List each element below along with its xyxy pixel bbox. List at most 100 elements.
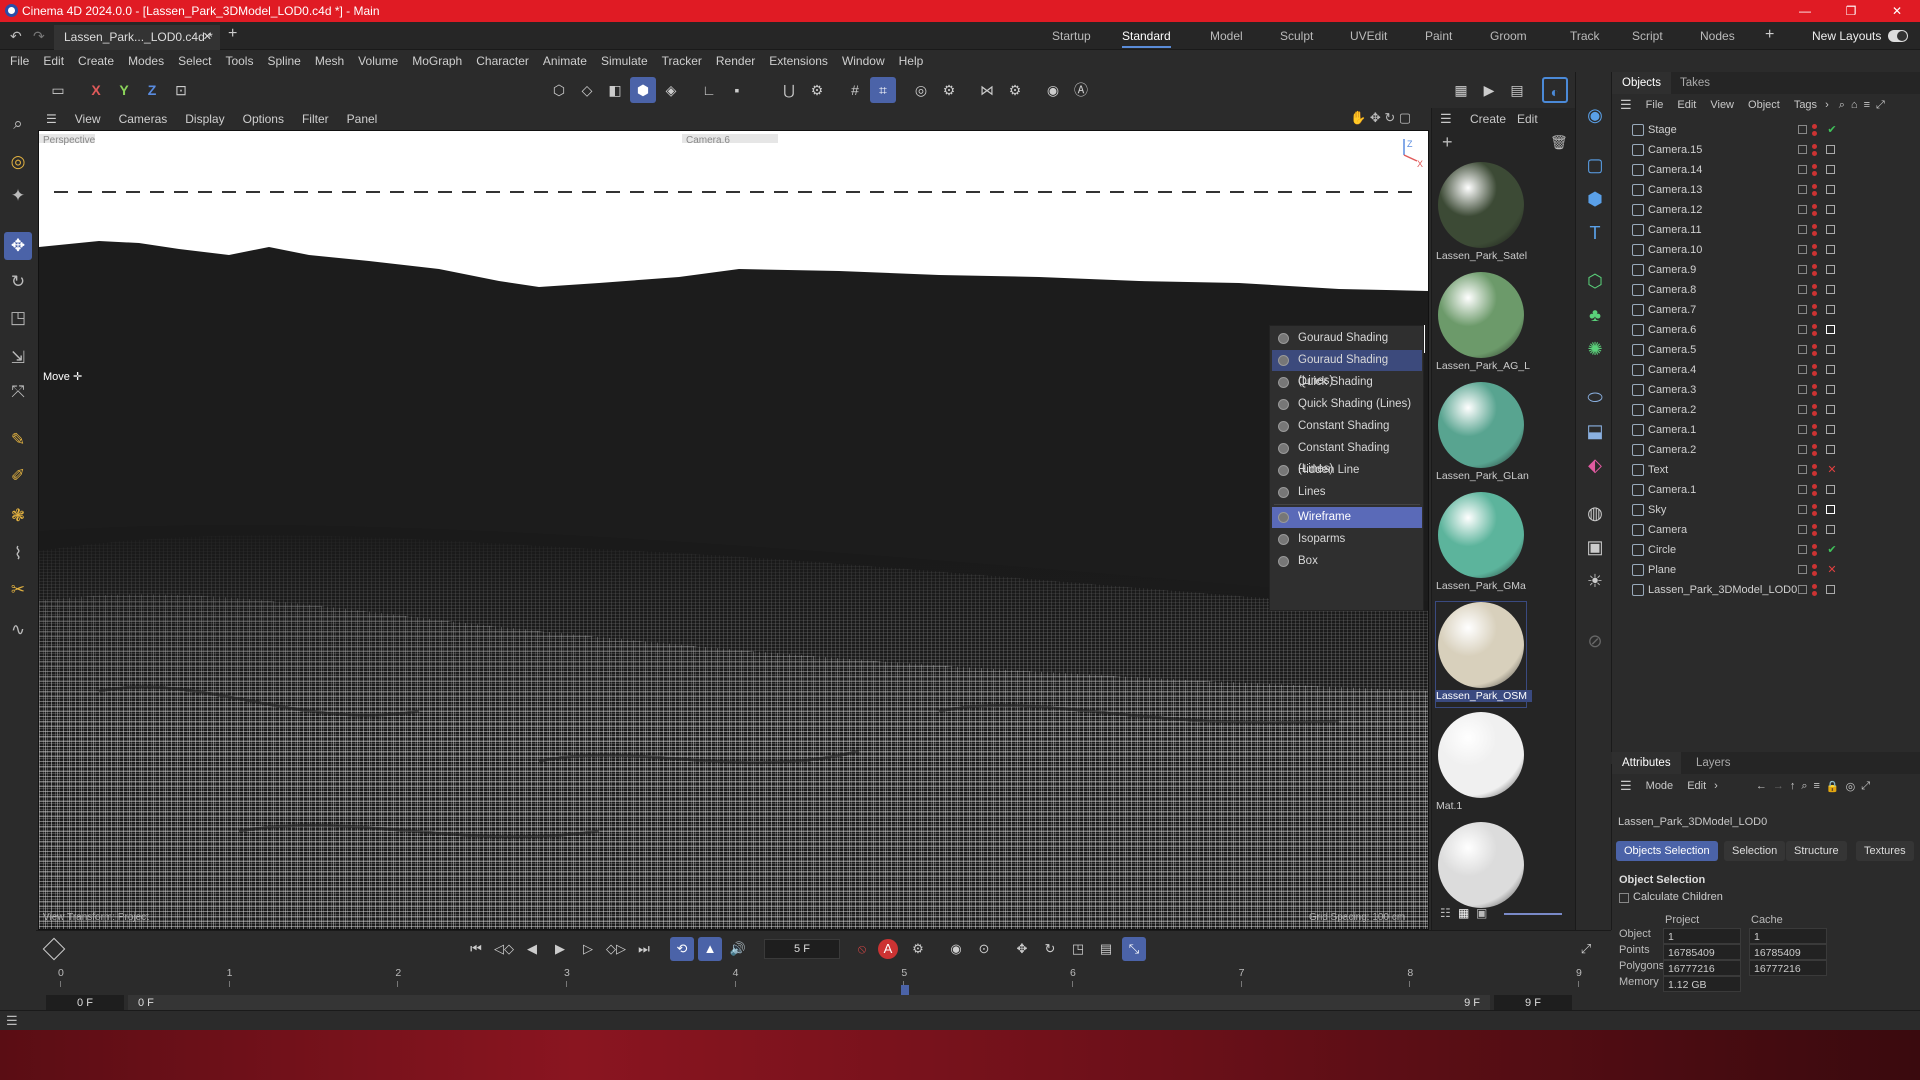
editor-visibility-dot[interactable] (1812, 564, 1817, 569)
coordinate-system-icon[interactable]: ⊡ (168, 77, 194, 103)
object-tag-icon[interactable] (1826, 205, 1835, 214)
sketch-tool-icon[interactable]: ✐ (4, 462, 32, 490)
menu-tracker[interactable]: Tracker (662, 54, 702, 68)
tab-takes[interactable]: Takes (1670, 72, 1720, 94)
motion-record-icon[interactable]: ⊙ (972, 937, 996, 961)
shading-option-isoparms[interactable]: Isoparms (1272, 529, 1422, 550)
object-row[interactable]: Sky (1612, 500, 1920, 520)
object-tag-icon[interactable] (1826, 505, 1835, 514)
layout-tab-model[interactable]: Model (1210, 22, 1243, 50)
object-layer-icon[interactable] (1798, 345, 1807, 354)
render-visibility-dot[interactable] (1812, 411, 1817, 416)
viewport-menu-cameras[interactable]: Cameras (119, 112, 168, 126)
generator-icon[interactable]: ⬡ (1582, 268, 1608, 294)
render-visibility-dot[interactable] (1812, 331, 1817, 336)
layout-tab-startup[interactable]: Startup (1052, 22, 1091, 50)
shading-option-quick-shading[interactable]: Quick Shading (1272, 372, 1422, 393)
attr-hamburger-icon[interactable]: ☰ (1620, 778, 1632, 794)
object-tag-icon[interactable] (1826, 585, 1835, 594)
object-layer-icon[interactable] (1798, 525, 1807, 534)
attr-lock-icon[interactable]: 🔒 (1826, 780, 1840, 793)
param-key-icon[interactable]: ▤ (1094, 937, 1118, 961)
render-visibility-dot[interactable] (1812, 351, 1817, 356)
menu-mesh[interactable]: Mesh (315, 54, 344, 68)
editor-visibility-dot[interactable] (1812, 304, 1817, 309)
object-row[interactable]: Camera.13 (1612, 180, 1920, 200)
object-hamburger-icon[interactable]: ☰ (1620, 97, 1632, 113)
editor-visibility-dot[interactable] (1812, 164, 1817, 169)
menu-animate[interactable]: Animate (543, 54, 587, 68)
object-layer-icon[interactable] (1798, 585, 1807, 594)
object-tag-icon[interactable] (1826, 245, 1835, 254)
object-layer-icon[interactable] (1798, 365, 1807, 374)
editor-visibility-dot[interactable] (1812, 364, 1817, 369)
delete-material-icon[interactable]: 🗑 (1550, 134, 1568, 151)
list-view-icon[interactable]: ☷ (1440, 906, 1451, 920)
layout-tab-paint[interactable]: Paint (1425, 22, 1452, 50)
new-tab-icon[interactable]: + (228, 25, 237, 43)
om-search-icon[interactable]: ⌕ (1839, 99, 1845, 112)
om-expand-icon[interactable]: ⤢ (1876, 99, 1885, 112)
move-tool-icon[interactable]: ✥ (4, 232, 32, 260)
maximize-view-icon[interactable]: ▢ (1399, 110, 1411, 125)
object-tag-icon[interactable] (1826, 285, 1835, 294)
object-layer-icon[interactable] (1798, 505, 1807, 514)
menu-render[interactable]: Render (716, 54, 755, 68)
redo-icon[interactable]: ↷ (33, 28, 45, 45)
material-item[interactable]: Lassen_Park_GMa (1436, 492, 1526, 597)
rotate-tool-icon[interactable]: ↻ (4, 268, 32, 296)
snap-move-icon[interactable]: ⤧ (4, 378, 32, 406)
menu-file[interactable]: File (10, 54, 29, 68)
grid-view-icon[interactable]: ▦ (1458, 906, 1469, 920)
material-menu-edit[interactable]: Edit (1517, 112, 1538, 126)
record-icon[interactable]: ⦸ (850, 937, 874, 961)
attr-back-icon[interactable]: ← (1756, 780, 1767, 792)
render-visibility-dot[interactable] (1812, 271, 1817, 276)
transform-tool-icon[interactable]: ⇲ (4, 344, 32, 372)
go-to-start-icon[interactable]: ⏮ (464, 937, 488, 961)
workplane-snap-icon[interactable]: ⌗ (870, 77, 896, 103)
object-layer-icon[interactable] (1798, 245, 1807, 254)
attr-up-icon[interactable]: ↑ (1790, 780, 1796, 792)
status-hamburger-icon[interactable]: ☰ (6, 1013, 18, 1029)
minimize-button[interactable]: — (1782, 0, 1828, 22)
layout-tab-standard[interactable]: Standard (1122, 22, 1171, 50)
light-object-icon[interactable]: ☀ (1582, 568, 1608, 594)
z-axis-lock-button[interactable]: Z (139, 77, 165, 103)
redshift-render-view-icon[interactable]: ◐ (1542, 77, 1568, 103)
viewport-menu-display[interactable]: Display (185, 112, 224, 126)
render-visibility-dot[interactable] (1812, 551, 1817, 556)
timeline-expand-icon[interactable]: ⤢ (1574, 937, 1598, 961)
render-visibility-dot[interactable] (1812, 231, 1817, 236)
attr-more-icon[interactable]: › (1714, 780, 1718, 792)
autokey-record-icon[interactable]: A (878, 939, 898, 959)
editor-visibility-dot[interactable] (1812, 264, 1817, 269)
render-visibility-dot[interactable] (1812, 511, 1817, 516)
subtab-textures[interactable]: Textures (1856, 841, 1914, 861)
editor-visibility-dot[interactable] (1812, 324, 1817, 329)
material-item[interactable]: Lassen_Park_Satel (1436, 162, 1527, 267)
deformer-icon[interactable]: ⬭ (1582, 384, 1608, 410)
om-menu-edit[interactable]: Edit (1677, 99, 1696, 111)
shading-option-constant-shading-lines[interactable]: Constant Shading (Lines) (1272, 438, 1422, 475)
viewport-hamburger-icon[interactable]: ☰ (46, 112, 57, 126)
render-visibility-dot[interactable] (1812, 471, 1817, 476)
viewport-menu-panel[interactable]: Panel (347, 112, 378, 126)
object-row[interactable]: Circle ✔ (1612, 540, 1920, 560)
environment-icon[interactable]: ◍ (1582, 500, 1608, 526)
object-row[interactable]: Camera.7 (1612, 300, 1920, 320)
render-visibility-dot[interactable] (1812, 251, 1817, 256)
tab-layers[interactable]: Layers (1686, 752, 1741, 774)
document-tab[interactable]: Lassen_Park..._LOD0.c4d * ✕ (54, 25, 220, 50)
move-view-icon[interactable]: ✥ (1370, 110, 1381, 125)
attr-cache-value[interactable]: 16777216 (1749, 960, 1827, 976)
om-menu-object[interactable]: Object (1748, 99, 1780, 111)
object-layer-icon[interactable] (1798, 545, 1807, 554)
field-icon[interactable]: ⬓ (1582, 418, 1608, 444)
object-row[interactable]: Camera.2 (1612, 400, 1920, 420)
shading-option-box[interactable]: Box (1272, 551, 1422, 572)
om-more-icon[interactable]: › (1825, 99, 1829, 111)
object-row[interactable]: Camera.1 (1612, 420, 1920, 440)
solid-cube-icon[interactable]: ⬢ (1582, 186, 1608, 212)
render-visibility-dot[interactable] (1812, 451, 1817, 456)
